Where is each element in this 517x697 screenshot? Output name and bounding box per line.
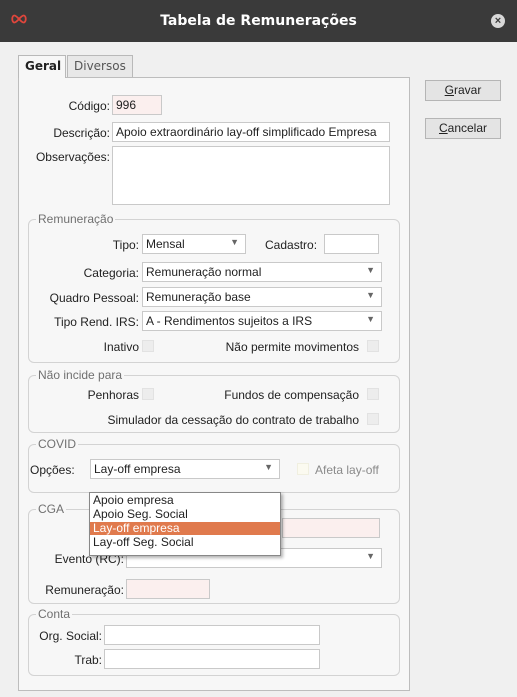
simulador-label: Simulador da cessação do contrato de tra… — [107, 413, 360, 427]
dropdown-option-selected[interactable]: Lay-off empresa — [90, 522, 280, 535]
descricao-label: Descrição: — [53, 126, 110, 140]
quadro-value: Remuneração base — [146, 290, 251, 304]
cadastro-field[interactable] — [324, 234, 379, 254]
dropdown-option[interactable]: Lay-off Seg. Social — [90, 536, 280, 549]
cga-title: CGA — [36, 502, 67, 516]
descricao-field[interactable]: Apoio extraordinário lay-off simplificad… — [112, 122, 390, 142]
chevron-down-icon: ▼ — [366, 551, 375, 561]
nao-permite-label: Não permite movimentos — [225, 340, 359, 354]
fundos-checkbox[interactable] — [367, 388, 379, 400]
nao-permite-checkbox[interactable] — [367, 340, 379, 352]
chevron-down-icon: ▼ — [366, 265, 375, 275]
cadastro-label: Cadastro: — [265, 238, 318, 252]
categoria-label: Categoria: — [83, 266, 139, 280]
cancel-button[interactable]: Cancelar — [425, 118, 501, 139]
covid-title: COVID — [36, 437, 79, 451]
covid-group: COVID Opções: Lay-off empresa ▼ Afeta la… — [28, 437, 400, 493]
chevron-down-icon: ▼ — [230, 237, 239, 247]
conta-title: Conta — [36, 607, 73, 621]
tipo-label: Tipo: — [112, 238, 139, 252]
fundos-label: Fundos de compensação — [224, 388, 359, 402]
save-label-rest: ravar — [454, 83, 482, 97]
codigo-label: Código: — [68, 99, 110, 113]
observacoes-field[interactable] — [112, 146, 390, 205]
close-icon[interactable]: × — [491, 14, 505, 28]
nao-incide-group: Não incide para Penhoras Fundos de compe… — [28, 368, 400, 433]
chevron-down-icon: ▼ — [264, 462, 273, 472]
cancel-accel: C — [438, 121, 448, 135]
save-button[interactable]: Gravar — [425, 80, 501, 101]
penhoras-label: Penhoras — [87, 388, 139, 402]
remuneracao-title: Remuneração — [36, 212, 116, 226]
opcoes-dropdown-list: Apoio empresa Apoio Seg. Social Lay-off … — [89, 492, 281, 556]
categoria-select[interactable]: Remuneração normal ▼ — [142, 262, 382, 282]
remuneracao-group: Remuneração Tipo: Mensal ▼ Cadastro: Cat… — [28, 212, 400, 363]
simulador-checkbox[interactable] — [367, 413, 379, 425]
opcoes-value: Lay-off empresa — [94, 462, 181, 476]
conta-group: Conta Org. Social: Trab: — [28, 607, 400, 676]
inativo-label: Inativo — [103, 340, 139, 354]
penhoras-checkbox[interactable] — [142, 388, 154, 400]
tipo-select[interactable]: Mensal ▼ — [142, 234, 246, 254]
trab-label: Trab: — [74, 653, 102, 667]
quadro-select[interactable]: Remuneração base ▼ — [142, 287, 382, 307]
tab-geral[interactable]: Geral — [18, 55, 66, 78]
cga-remuneracao-label: Remuneração: — [45, 583, 124, 597]
save-accel: G — [444, 83, 454, 97]
irs-label: Tipo Rend. IRS: — [54, 315, 139, 329]
afeta-layoff-checkbox[interactable] — [297, 463, 309, 475]
irs-select[interactable]: A - Rendimentos sujeitos a IRS ▼ — [142, 311, 382, 331]
afeta-layoff-label: Afeta lay-off — [315, 463, 379, 477]
window-title: Tabela de Remunerações — [160, 13, 357, 29]
cga-remuneracao-field[interactable] — [126, 579, 210, 599]
tab-diversos[interactable]: Diversos — [67, 55, 133, 77]
observacoes-label: Observações: — [35, 150, 110, 164]
trab-field[interactable] — [104, 649, 320, 669]
dropdown-option[interactable]: Apoio Seg. Social — [90, 508, 280, 521]
chevron-down-icon: ▼ — [366, 314, 375, 324]
dropdown-option[interactable]: Apoio empresa — [90, 494, 280, 507]
opcoes-select[interactable]: Lay-off empresa ▼ — [90, 459, 280, 479]
chevron-down-icon: ▼ — [366, 290, 375, 300]
irs-value: A - Rendimentos sujeitos a IRS — [146, 314, 313, 328]
categoria-value: Remuneração normal — [146, 265, 262, 279]
codigo-field[interactable]: 996 — [112, 95, 162, 115]
cga-code-field[interactable] — [282, 518, 380, 538]
geral-panel: Código: 996 Descrição: Apoio extraordiná… — [18, 77, 410, 691]
quadro-label: Quadro Pessoal: — [49, 291, 139, 305]
title-bar: Tabela de Remunerações × — [0, 0, 517, 42]
org-social-label: Org. Social: — [39, 629, 102, 643]
org-social-field[interactable] — [104, 625, 320, 645]
cancel-label-rest: ancelar — [447, 121, 488, 135]
tipo-value: Mensal — [146, 237, 185, 251]
opcoes-label: Opções: — [30, 463, 75, 477]
nao-incide-title: Não incide para — [36, 368, 125, 382]
inativo-checkbox[interactable] — [142, 340, 154, 352]
